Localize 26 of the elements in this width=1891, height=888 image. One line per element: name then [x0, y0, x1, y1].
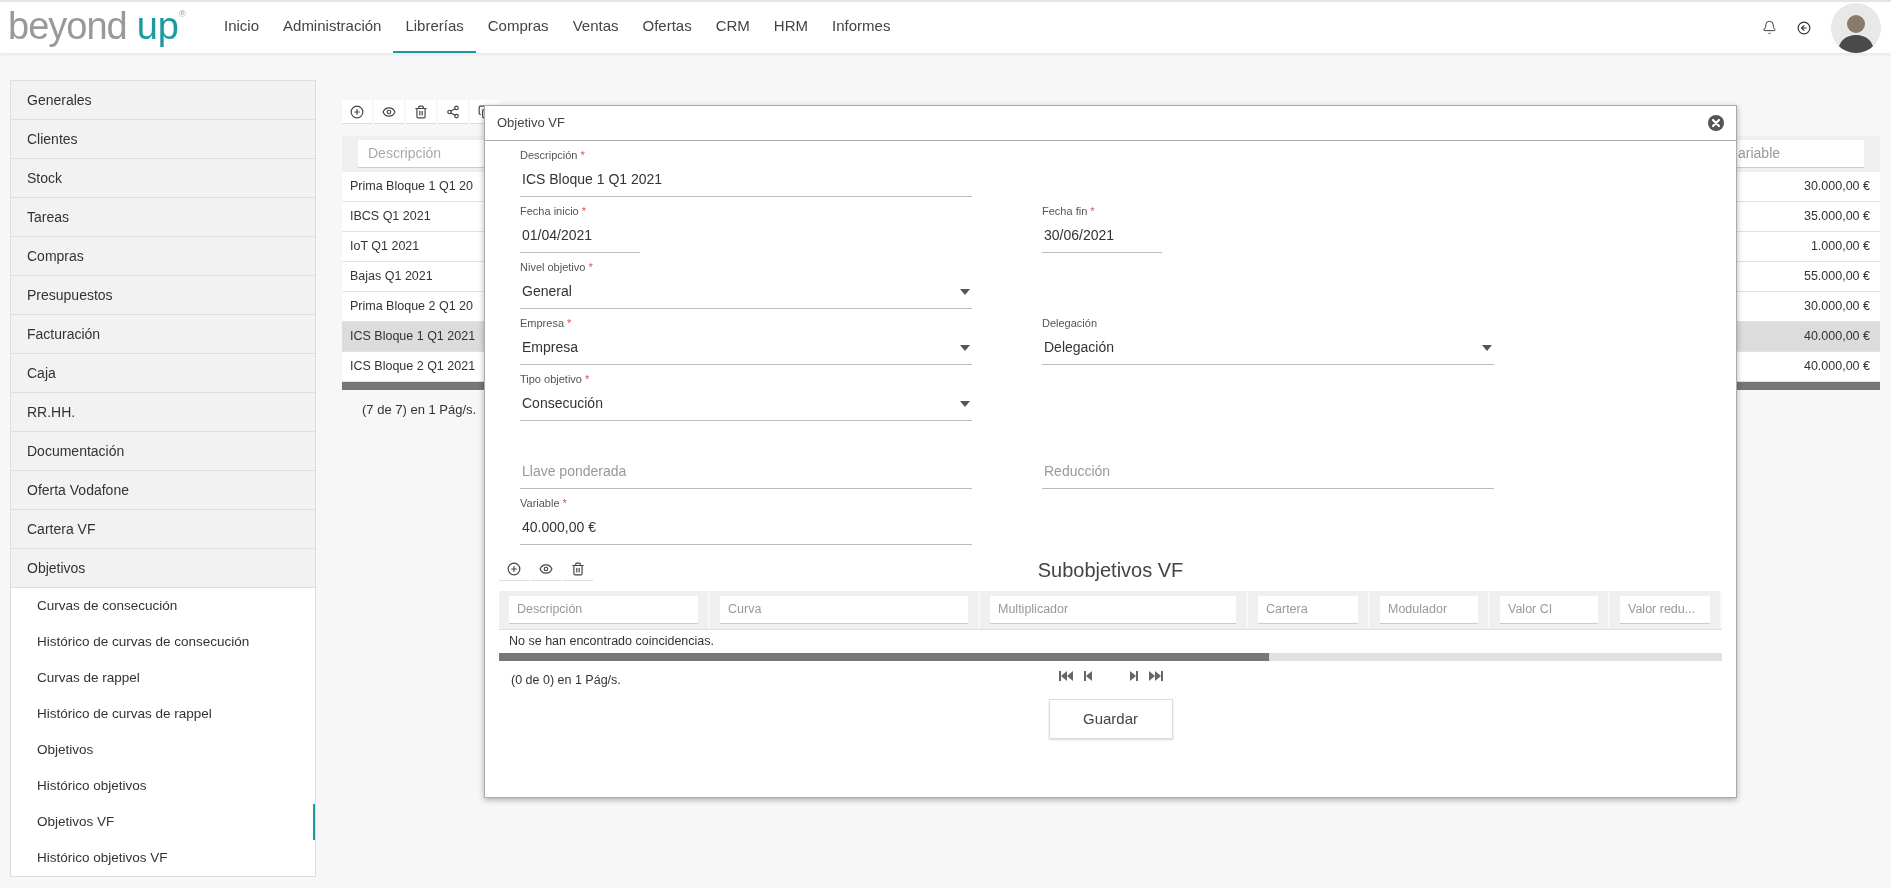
table-cell-text: Prima Bloque 2 Q1 20 [350, 298, 473, 316]
field-label: Fecha fin * [1042, 203, 1095, 219]
field-label: Variable * [520, 495, 567, 511]
field-label: Empresa * [520, 315, 572, 331]
table-cell-text: 30.000,00 € [1803, 178, 1870, 196]
pager-text: (0 de 0) en 1 Pág/s. [511, 672, 621, 689]
table-cell-text: 1.000,00 € [1810, 238, 1870, 256]
table-cell-text: Bajas Q1 2021 [350, 268, 433, 286]
table-cell-text: 30.000,00 € [1803, 298, 1870, 316]
table-cell-text: 55.000,00 € [1803, 268, 1870, 286]
table-cell-text: 35.000,00 € [1803, 208, 1870, 226]
field-label: Delegación [1042, 315, 1098, 331]
table-cell-text: IoT Q1 2021 [350, 238, 420, 256]
table-cell-text: ICS Bloque 1 Q1 2021 [350, 328, 476, 346]
table-cell-text: 40.000,00 € [1803, 358, 1870, 376]
section-title: Subobjetivos VF [1037, 558, 1184, 583]
table-cell-text: ICS Bloque 2 Q1 2021 [350, 358, 476, 376]
dialog-title: Objetivo VF [497, 114, 565, 133]
field-label: Tipo objetivo * [520, 371, 590, 387]
field-label: Nivel objetivo * [520, 259, 593, 275]
field-label: Fecha inicio * [520, 203, 586, 219]
pager-text: (7 de 7) en 1 Pág/s. [362, 401, 477, 419]
empty-message: No se han encontrado coincidencias. [509, 633, 714, 651]
table-cell-text: Prima Bloque 1 Q1 20 [350, 178, 473, 196]
table-cell-text: 40.000,00 € [1803, 328, 1870, 346]
table-cell-text: IBCS Q1 2021 [350, 208, 431, 226]
